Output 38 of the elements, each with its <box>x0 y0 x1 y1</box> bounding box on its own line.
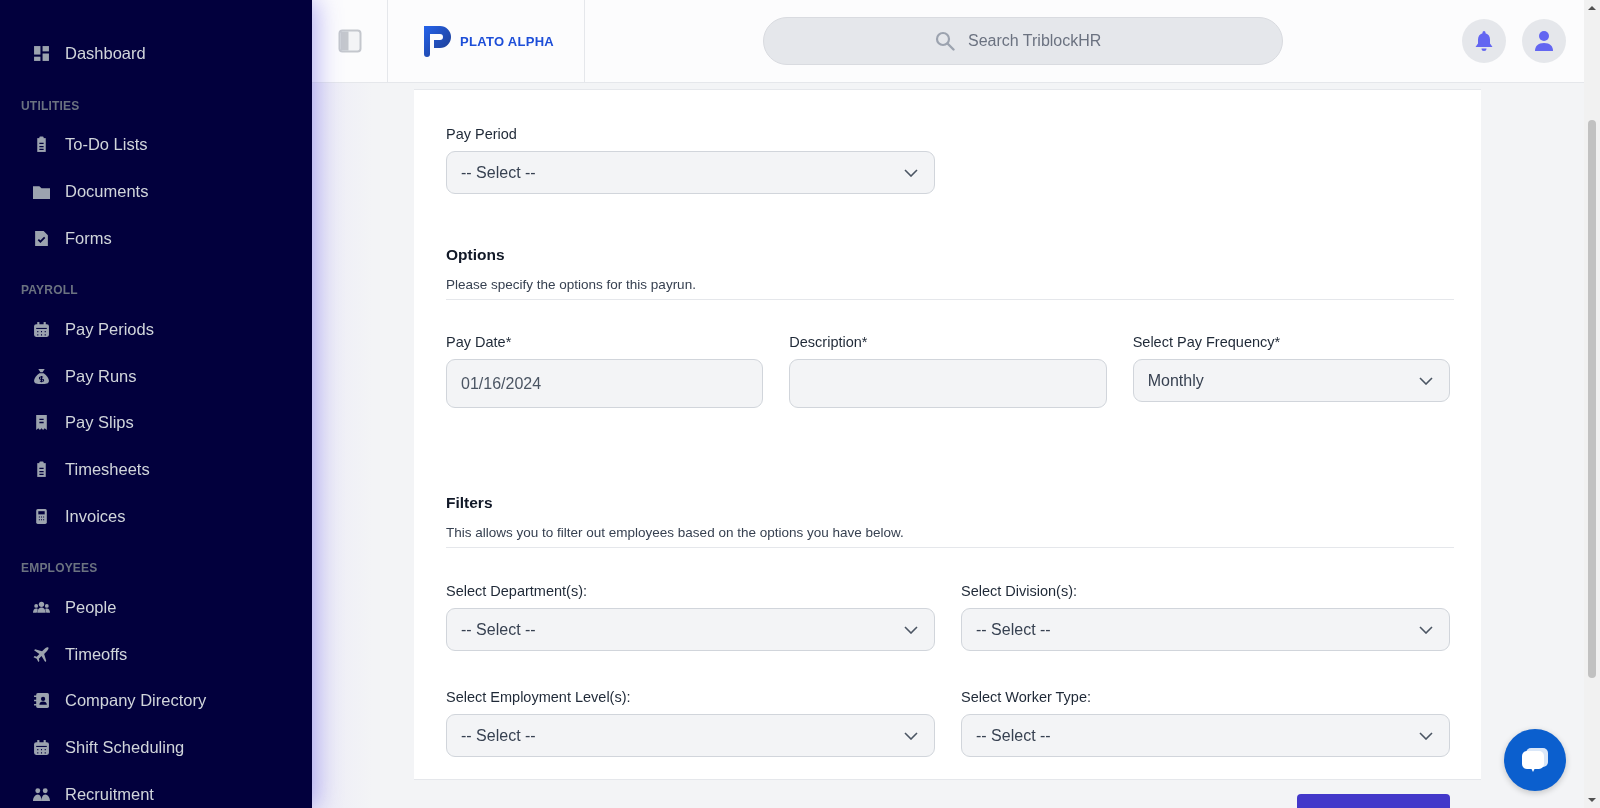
field-label: Pay Period <box>446 126 518 142</box>
select-dropdown[interactable]: Monthly <box>1132 359 1450 402</box>
sidebar-item[interactable]: Dashboard <box>0 30 312 77</box>
logo-text: PLATO ALPHA <box>460 33 555 49</box>
field-label: Select Department(s): <box>446 583 589 599</box>
sidebar-section-heading: UTILITIES <box>20 98 81 115</box>
select-dropdown[interactable]: -- Select -- <box>446 608 935 651</box>
text-input-field[interactable]: 01/16/2024 <box>446 359 764 408</box>
sidebar-item[interactable]: Pay Runs <box>0 352 312 400</box>
select-dropdown[interactable]: -- Select -- <box>446 151 935 194</box>
sidebar-item[interactable]: Timeoffs <box>0 630 312 678</box>
field-label: Select Pay Frequency* <box>1132 334 1282 350</box>
search-field[interactable]: Search TriblockHR <box>763 17 1283 65</box>
field-label: Select Division(s): <box>961 583 1079 599</box>
field-label: Select Employment Level(s): <box>446 689 632 705</box>
sidebar-item[interactable]: Invoices <box>0 492 312 540</box>
sidebar-item[interactable]: People <box>0 584 312 631</box>
sidebar-item[interactable]: Shift Scheduling <box>0 724 312 771</box>
sidebar-item[interactable]: Pay Periods <box>0 306 312 353</box>
sidebar-item[interactable]: Timesheets <box>0 446 312 493</box>
sidebar-item[interactable]: Recruitment <box>0 770 312 808</box>
field-label: Select Worker Type: <box>961 689 1093 705</box>
select-dropdown[interactable]: -- Select -- <box>446 714 935 757</box>
sidebar-item[interactable]: Documents <box>0 168 312 215</box>
field-label: Description* <box>789 334 869 350</box>
sidebar-section-heading: PAYROLL <box>20 283 79 300</box>
sidebar-section-heading: EMPLOYEES <box>20 561 99 578</box>
select-dropdown[interactable]: -- Select -- <box>961 608 1450 651</box>
field-label: Pay Date* <box>446 334 513 350</box>
sidebar-item[interactable]: To-Do Lists <box>0 121 312 169</box>
section-description: Please specify the options for this payrun. <box>446 277 1454 300</box>
sidebar-item[interactable]: Company Directory <box>0 677 312 725</box>
section-title: Options <box>446 246 506 264</box>
sidebar-item[interactable]: Forms <box>0 214 312 262</box>
select-dropdown[interactable]: -- Select -- <box>961 714 1450 757</box>
section-description: This allows you to filter out employees based on the options you have below. <box>446 525 1454 548</box>
sidebar-item[interactable]: Pay Slips <box>0 399 312 447</box>
section-title: Filters <box>446 494 494 512</box>
